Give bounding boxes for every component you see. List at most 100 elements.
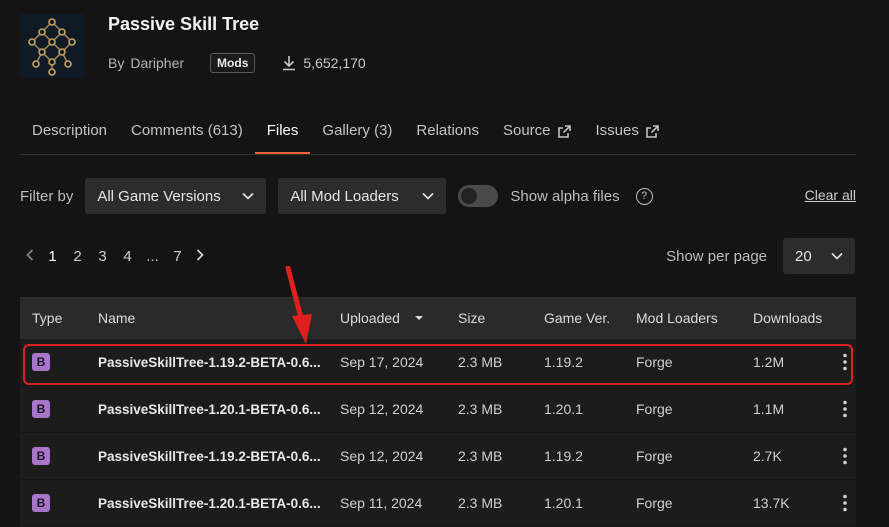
project-title: Passive Skill Tree: [108, 14, 260, 34]
game-version: 1.20.1: [544, 495, 583, 511]
tab-files[interactable]: Files: [254, 110, 311, 154]
chevron-down-icon: [242, 192, 254, 200]
tab-label: Relations: [416, 122, 479, 139]
tab-label: Issues: [595, 122, 639, 139]
per-page-label: Show per page: [666, 247, 767, 265]
game-version: 1.19.2: [544, 448, 583, 464]
uploaded-date: Sep 11, 2024: [340, 495, 423, 511]
tab-relations[interactable]: Relations: [404, 110, 491, 152]
game-version: 1.19.2: [544, 354, 583, 370]
tab-gallery[interactable]: Gallery (3): [310, 110, 404, 152]
downloads-count: 13.7K: [753, 495, 790, 511]
file-size: 2.3 MB: [458, 401, 503, 417]
more-options-icon[interactable]: [833, 447, 856, 465]
file-name-link[interactable]: PassiveSkillTree-1.20.1-BETA-0.6...: [98, 496, 340, 511]
download-count: 5,652,170: [281, 55, 366, 71]
file-name-link[interactable]: PassiveSkillTree-1.19.2-BETA-0.6...: [98, 449, 340, 464]
per-page-dropdown[interactable]: 20: [783, 238, 855, 274]
by-label: By: [108, 55, 125, 71]
page-3[interactable]: 3: [90, 248, 115, 265]
skill-tree-logo-icon: [28, 18, 76, 76]
game-version-value: All Game Versions: [97, 187, 221, 205]
uploaded-date: Sep 17, 2024: [340, 354, 424, 370]
table-row[interactable]: B PassiveSkillTree-1.20.1-BETA-0.6... Se…: [20, 386, 856, 433]
tab-label: Comments (613): [131, 122, 243, 139]
external-link-icon: [646, 124, 659, 138]
mod-loader: Forge: [636, 495, 673, 511]
tab-label: Gallery (3): [322, 122, 393, 139]
tab-issues[interactable]: Issues: [584, 110, 672, 152]
downloads-count: 1.2M: [753, 354, 785, 370]
chevron-down-icon: [831, 252, 843, 260]
col-downloads: Downloads: [753, 310, 823, 326]
tab-description[interactable]: Description: [20, 110, 119, 152]
col-uploaded[interactable]: Uploaded: [340, 310, 458, 326]
category-badge[interactable]: Mods: [210, 53, 256, 73]
page-7[interactable]: 7: [165, 248, 190, 265]
tab-comments[interactable]: Comments (613): [119, 110, 255, 152]
downloads-count: 2.7K: [753, 448, 782, 464]
beta-badge: B: [32, 400, 50, 418]
tab-label: Source: [502, 122, 551, 139]
alpha-files-label: Show alpha files: [510, 187, 620, 205]
tab-label: Description: [32, 122, 108, 139]
file-name-link[interactable]: PassiveSkillTree-1.19.2-BETA-0.6...: [98, 355, 340, 370]
page-4[interactable]: 4: [115, 248, 140, 265]
per-page-value: 20: [795, 247, 812, 265]
page-ellipsis: ...: [146, 247, 159, 265]
mod-loader-dropdown[interactable]: All Mod Loaders: [278, 178, 447, 214]
col-size: Size: [458, 310, 486, 326]
downloads-count: 1.1M: [753, 401, 785, 417]
project-tabs: Description Comments (613) Files Gallery…: [20, 110, 856, 155]
download-icon: [283, 56, 296, 71]
game-version: 1.20.1: [544, 401, 583, 417]
table-row[interactable]: B PassiveSkillTree-1.19.2-BETA-0.6... Se…: [20, 339, 856, 386]
col-game-ver: Game Ver.: [544, 310, 611, 326]
project-header: Passive Skill Tree By Daripher Mods 5,65…: [0, 0, 889, 100]
external-link-icon: [557, 124, 571, 138]
download-count-value: 5,652,170: [303, 55, 366, 71]
game-version-dropdown[interactable]: All Game Versions: [85, 178, 267, 214]
beta-badge: B: [32, 353, 50, 371]
uploaded-date: Sep 12, 2024: [340, 401, 424, 417]
prev-page-icon[interactable]: [20, 248, 40, 265]
chevron-down-icon: [422, 192, 434, 200]
file-name-link[interactable]: PassiveSkillTree-1.20.1-BETA-0.6...: [98, 402, 340, 417]
more-options-icon[interactable]: [833, 400, 856, 418]
file-size: 2.3 MB: [458, 495, 503, 511]
table-row[interactable]: B PassiveSkillTree-1.19.2-BETA-0.6... Se…: [20, 433, 856, 480]
table-header: Type Name Uploaded Size Game Ver. Mod Lo…: [20, 297, 856, 339]
files-table: Type Name Uploaded Size Game Ver. Mod Lo…: [20, 297, 856, 527]
mod-loader: Forge: [636, 354, 673, 370]
more-options-icon[interactable]: [833, 494, 856, 512]
next-page-icon[interactable]: [190, 248, 210, 265]
file-size: 2.3 MB: [458, 448, 503, 464]
alpha-files-toggle[interactable]: [458, 185, 499, 207]
beta-badge: B: [32, 494, 50, 512]
project-logo[interactable]: [20, 14, 84, 78]
clear-all-link[interactable]: Clear all: [805, 187, 856, 203]
col-uploaded-label: Uploaded: [340, 310, 400, 326]
filter-label: Filter by: [20, 187, 74, 205]
mod-loader-value: All Mod Loaders: [290, 187, 399, 205]
col-mod-loaders: Mod Loaders: [636, 310, 718, 326]
table-row[interactable]: B PassiveSkillTree-1.20.1-BETA-0.6... Se…: [20, 480, 856, 527]
mod-loader: Forge: [636, 401, 673, 417]
uploaded-date: Sep 12, 2024: [340, 448, 424, 464]
tab-label: Files: [266, 122, 299, 139]
more-options-icon[interactable]: [833, 353, 856, 371]
beta-badge: B: [32, 447, 50, 465]
mod-loader: Forge: [636, 448, 673, 464]
per-page-control: Show per page 20: [666, 238, 855, 274]
author-link[interactable]: Daripher: [130, 55, 184, 71]
filter-bar: Filter by All Game Versions All Mod Load…: [20, 178, 856, 214]
help-icon[interactable]: ?: [635, 187, 653, 205]
page-2[interactable]: 2: [65, 248, 90, 265]
sort-down-icon: [414, 316, 423, 320]
red-arrow-annotation: [285, 266, 312, 344]
pagination: 1 2 3 4 ... 7: [20, 238, 210, 274]
file-size: 2.3 MB: [458, 354, 503, 370]
tab-source[interactable]: Source: [491, 110, 584, 152]
col-type: Type: [32, 310, 63, 326]
page-1[interactable]: 1: [40, 248, 65, 265]
